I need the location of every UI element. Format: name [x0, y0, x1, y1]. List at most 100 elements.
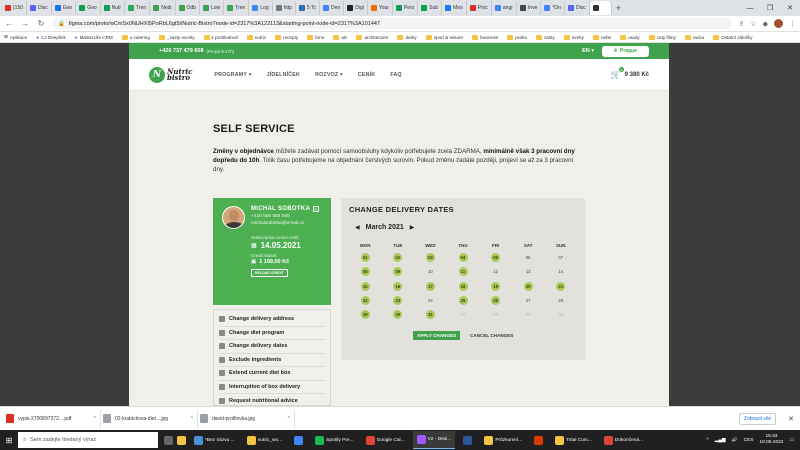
- browser-tab[interactable]: Goo: [52, 1, 77, 15]
- bookmark-item[interactable]: _zasty excely: [158, 34, 195, 40]
- bookmark-item[interactable]: nveby: [563, 34, 584, 40]
- network-icon[interactable]: ▂▄▆: [715, 438, 726, 443]
- bookmark-item[interactable]: zasty: [535, 34, 555, 40]
- close-downloads-button[interactable]: ✕: [788, 415, 794, 423]
- phone-number[interactable]: +420 737 479 608: [159, 48, 204, 54]
- bookmark-item[interactable]: darky: [397, 34, 417, 40]
- browser-tab[interactable]: Disc: [27, 1, 52, 15]
- cancel-changes-button[interactable]: CANCEL CHANGES: [470, 331, 513, 340]
- self-service-menu-item[interactable]: Change diet program: [219, 327, 325, 340]
- download-item[interactable]: 02-krabickova-diet....jpg ^: [101, 409, 198, 428]
- bookmark-item[interactable]: caty filmy: [648, 34, 676, 40]
- browser-tab[interactable]: Mes: [442, 1, 467, 15]
- browser-tab[interactable]: Digi: [344, 1, 368, 15]
- calendar-day[interactable]: 19: [479, 281, 512, 291]
- browser-tab[interactable]: Odb: [176, 1, 200, 15]
- site-logo[interactable]: N Nutric bistro: [149, 66, 192, 83]
- edit-icon[interactable]: ✎: [313, 206, 320, 212]
- calendar-day[interactable]: 14: [544, 267, 577, 276]
- taskbar-app[interactable]: nutric_wo...: [243, 431, 287, 449]
- file-explorer-icon[interactable]: [177, 435, 186, 445]
- nav-programy[interactable]: PROGRAMY ▾: [214, 72, 251, 78]
- apply-changes-button[interactable]: APPLY CHANGES: [413, 331, 461, 340]
- next-month-button[interactable]: ▶: [410, 224, 415, 231]
- browser-tab[interactable]: Tren: [224, 1, 250, 15]
- bookmark-item[interactable]: x-catering: [121, 34, 150, 40]
- profile-avatar[interactable]: [774, 19, 783, 28]
- bookmark-item[interactable]: racka: [684, 34, 704, 40]
- bookmark-item[interactable]: recepty: [275, 34, 298, 40]
- taskbar-app[interactable]: [530, 431, 547, 449]
- close-window-button[interactable]: ✕: [780, 0, 800, 16]
- chevron-up-icon[interactable]: ^: [288, 416, 290, 422]
- input-language[interactable]: CES: [744, 438, 754, 443]
- browser-tab[interactable]: Nedi: [150, 1, 176, 15]
- taskbar-app[interactable]: [459, 431, 476, 449]
- nav-faq[interactable]: FAQ: [390, 72, 402, 78]
- url-input[interactable]: 🔒 figma.com/proto/wCmSx0NUHXI5PoRbL6gt5l…: [52, 18, 733, 29]
- taskbar-app[interactable]: V2 - Desi...: [412, 431, 456, 449]
- browser-tab[interactable]: (150: [2, 1, 28, 15]
- location-button[interactable]: ⌾ Prague: [602, 45, 649, 57]
- browser-tab[interactable]: *On: [541, 1, 565, 15]
- bookmark-item[interactable]: urady: [620, 34, 640, 40]
- calendar-day[interactable]: 18: [447, 281, 480, 291]
- bookmark-item[interactable]: nebe: [592, 34, 611, 40]
- forward-button[interactable]: →: [20, 19, 30, 28]
- calendar-day[interactable]: 21: [544, 281, 577, 291]
- calendar-day[interactable]: 26: [479, 295, 512, 305]
- bookmark-item[interactable]: nutric: [246, 34, 266, 40]
- self-service-menu-item[interactable]: Interruption of box delivery: [219, 381, 325, 394]
- taskbar-search-input[interactable]: ⌕ Sem zadejte hledaný výraz: [18, 432, 158, 448]
- calendar-day[interactable]: 12: [479, 267, 512, 276]
- calendar-day[interactable]: 30: [382, 309, 415, 319]
- calendar-day[interactable]: 04: [447, 253, 480, 263]
- notifications-icon[interactable]: ▭: [789, 438, 794, 443]
- browser-tab[interactable]: 5 Tc: [296, 1, 321, 15]
- nav-rozvoz[interactable]: ROZVOZ ▾: [315, 72, 343, 78]
- taskbar-app[interactable]: Průzkumní...: [480, 431, 526, 449]
- bookmark-item[interactable]: ⊞ Aplikace: [4, 34, 27, 40]
- windows-start-icon[interactable]: ⊞: [0, 436, 18, 445]
- calendar-day[interactable]: 25: [447, 295, 480, 305]
- taskbar-app[interactable]: *Bez názvu ...: [190, 431, 239, 449]
- calendar-day[interactable]: 06: [512, 253, 545, 262]
- calendar-day[interactable]: 09: [382, 267, 415, 277]
- browser-tab[interactable]: Den: [320, 1, 345, 15]
- calendar-day[interactable]: 03: [414, 253, 447, 263]
- taskbar-app[interactable]: Google Cal...: [362, 431, 409, 449]
- calendar-day[interactable]: 31: [414, 309, 447, 319]
- nav-cenik[interactable]: CENÍK: [358, 72, 375, 78]
- calendar-day[interactable]: 07: [544, 253, 577, 262]
- new-tab-button[interactable]: +: [612, 3, 625, 13]
- calendar-day[interactable]: 28: [544, 296, 577, 305]
- clock[interactable]: 15:43 10.08.2022: [759, 434, 783, 446]
- bookmark-item[interactable]: praha: [507, 34, 527, 40]
- share-icon[interactable]: ⇪: [738, 20, 744, 28]
- bookmark-item[interactable]: ● MasterLife CRM: [75, 35, 113, 40]
- self-service-menu-item[interactable]: Extend current diet box: [219, 367, 325, 381]
- maximize-button[interactable]: ❐: [760, 0, 780, 16]
- task-view-icon[interactable]: [164, 435, 173, 445]
- bookmark-item[interactable]: k prohlednuti: [203, 34, 238, 40]
- browser-tab[interactable]: Nutr: [101, 1, 126, 15]
- download-item[interactable]: david-profilovka.jpg ^: [198, 409, 295, 428]
- language-selector[interactable]: EN ▾: [582, 48, 594, 54]
- self-service-menu-item[interactable]: Change delivery address: [219, 313, 325, 327]
- self-service-menu-item[interactable]: Change delivery dates: [219, 340, 325, 354]
- calendar-day[interactable]: 20: [512, 281, 545, 291]
- browser-tab[interactable]: Disc: [565, 1, 590, 15]
- calendar-day[interactable]: 17: [414, 281, 447, 291]
- calendar-day[interactable]: 15: [349, 281, 382, 291]
- browser-tab[interactable]: Tren: [125, 1, 151, 15]
- volume-icon[interactable]: 🔊: [732, 438, 738, 443]
- chevron-up-icon[interactable]: ^: [191, 416, 193, 422]
- taskbar-app[interactable]: Dokončená...: [600, 431, 647, 449]
- browser-tab[interactable]: angr: [492, 1, 517, 15]
- browser-tab[interactable]: Your: [368, 1, 393, 15]
- calendar-day[interactable]: 05: [479, 253, 512, 263]
- taskbar-app[interactable]: [290, 431, 307, 449]
- star-icon[interactable]: ☆: [750, 20, 756, 28]
- calendar-day[interactable]: 16: [382, 281, 415, 291]
- tray-chevron-icon[interactable]: ^: [707, 438, 709, 443]
